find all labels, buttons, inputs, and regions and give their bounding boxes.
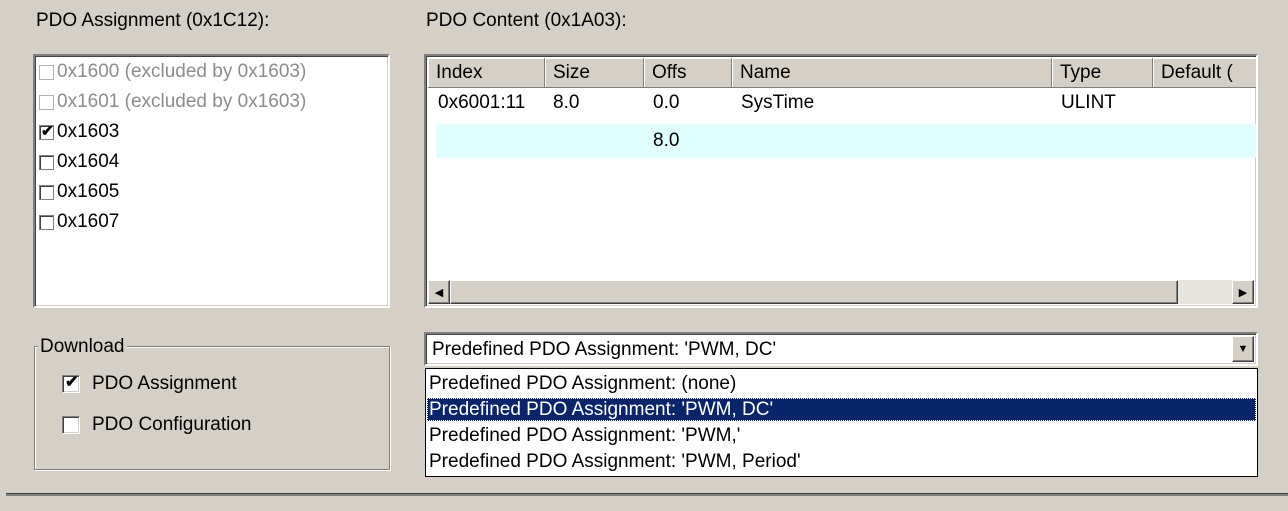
assign-item-0x1600[interactable]: 0x1600 (excluded by 0x1603)	[39, 57, 306, 87]
predefined-pdo-dropdown[interactable]: Predefined PDO Assignment: 'PWM, DC' ▼	[424, 332, 1258, 366]
assign-item-label: 0x1603	[57, 121, 120, 142]
cell-size: 8.0	[553, 92, 580, 113]
check-icon: ✔	[65, 374, 79, 391]
table-row-end[interactable]: 8.0	[436, 124, 1256, 158]
cell-index: 0x6001:11	[438, 92, 526, 113]
dropdown-list: Predefined PDO Assignment: (none) Predef…	[425, 368, 1258, 477]
pdo-configuration-checkbox[interactable]	[62, 416, 80, 434]
col-header-offs[interactable]: Offs	[644, 58, 732, 88]
assign-item-label: 0x1605	[57, 181, 120, 202]
pdo-assignment-checkbox[interactable]: ✔	[62, 374, 80, 393]
pdo-content-table[interactable]: Index Size Offs Name Type Default ( 0x60…	[424, 54, 1258, 308]
col-header-size[interactable]: Size	[545, 58, 644, 88]
cell-offs: 8.0	[653, 130, 680, 151]
pdo-configuration-option[interactable]: PDO Configuration	[62, 414, 322, 438]
dropdown-selected-value: Predefined PDO Assignment: 'PWM, DC'	[432, 339, 777, 360]
pdo-assignment-checkbox-label: PDO Assignment	[92, 373, 237, 394]
download-group	[34, 346, 390, 470]
pdo-assignment-label: PDO Assignment (0x1C12):	[36, 10, 270, 31]
arrow-right-icon: ▶	[1238, 286, 1248, 299]
arrow-left-icon: ◀	[434, 286, 444, 299]
download-group-title: Download	[38, 336, 127, 358]
assign-item-label: 0x1600 (excluded by 0x1603)	[57, 61, 307, 82]
assign-item-label: 0x1607	[57, 211, 120, 232]
pdo-assignment-list[interactable]: 0x1600 (excluded by 0x1603) 0x1601 (excl…	[33, 54, 390, 308]
dropdown-option[interactable]: Predefined PDO Assignment: (none)	[427, 372, 1256, 395]
col-header-default[interactable]: Default (	[1153, 58, 1256, 88]
pdo-assignment-option[interactable]: ✔ PDO Assignment	[62, 373, 322, 397]
cell-offs: 0.0	[653, 92, 680, 113]
dropdown-option-highlighted[interactable]: Predefined PDO Assignment: 'PWM, DC'	[427, 398, 1256, 421]
assign-item-0x1601[interactable]: 0x1601 (excluded by 0x1603)	[39, 87, 306, 117]
table-row[interactable]: 0x6001:11 8.0 0.0 SysTime ULINT	[428, 88, 1256, 118]
col-header-index[interactable]: Index	[428, 58, 545, 88]
assign-item-0x1607[interactable]: 0x1607	[39, 207, 119, 237]
col-header-name[interactable]: Name	[732, 58, 1052, 88]
divider-shadow	[6, 494, 1288, 496]
chevron-down-icon: ▼	[1237, 343, 1249, 355]
checkbox[interactable]	[39, 154, 54, 170]
checkbox[interactable]	[39, 184, 54, 200]
horizontal-scrollbar[interactable]: ◀ ▶	[428, 280, 1254, 304]
assign-item-label: 0x1601 (excluded by 0x1603)	[57, 91, 307, 112]
assign-item-0x1604[interactable]: 0x1604	[39, 147, 119, 177]
dropdown-button[interactable]: ▼	[1232, 336, 1254, 362]
checkbox[interactable]	[39, 64, 54, 80]
checkbox[interactable]	[39, 214, 54, 230]
dropdown-option[interactable]: Predefined PDO Assignment: 'PWM, Period'	[427, 450, 1256, 473]
cell-type: ULINT	[1061, 92, 1116, 113]
check-icon: ✔	[41, 122, 54, 140]
assign-item-label: 0x1604	[57, 151, 120, 172]
pdo-content-label: PDO Content (0x1A03):	[426, 10, 627, 31]
dropdown-option[interactable]: Predefined PDO Assignment: 'PWM,'	[427, 424, 1256, 447]
scroll-thumb[interactable]	[450, 280, 1178, 304]
scroll-left-button[interactable]: ◀	[428, 280, 450, 304]
scroll-right-button[interactable]: ▶	[1232, 280, 1254, 304]
checkbox[interactable]: ✔	[39, 122, 54, 140]
checkbox[interactable]	[39, 94, 54, 110]
cell-name: SysTime	[741, 92, 815, 113]
pdo-configuration-checkbox-label: PDO Configuration	[92, 414, 252, 435]
col-header-type[interactable]: Type	[1052, 58, 1153, 88]
assign-item-0x1605[interactable]: 0x1605	[39, 177, 119, 207]
assign-item-0x1603[interactable]: ✔ 0x1603	[39, 117, 119, 147]
